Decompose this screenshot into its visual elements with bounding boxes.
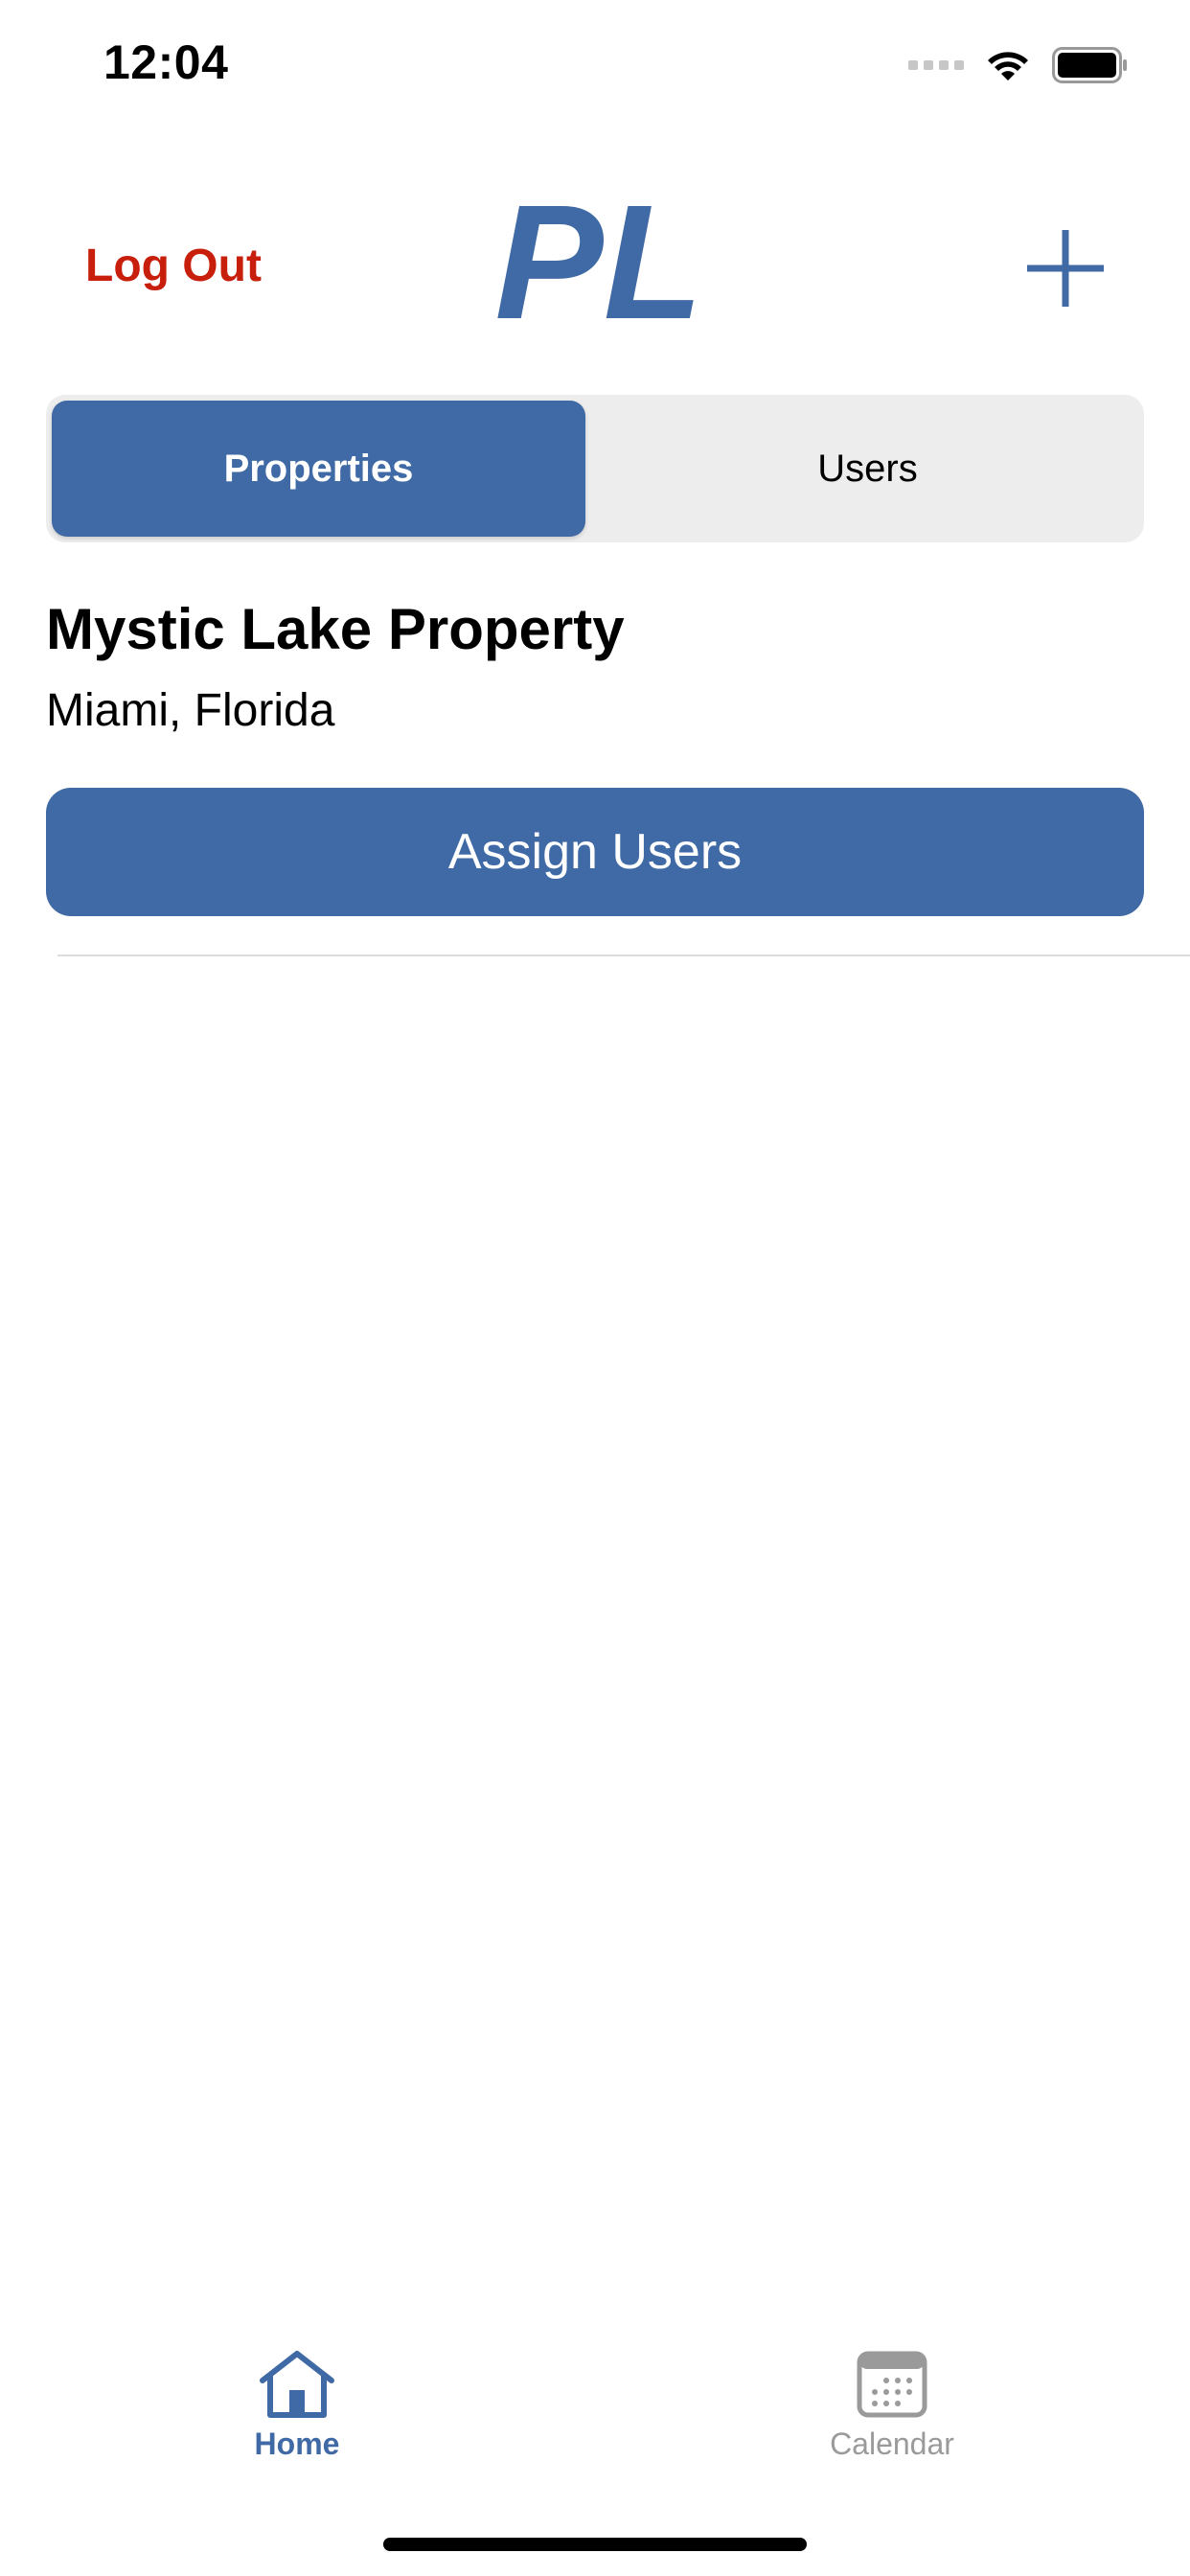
wifi-icon xyxy=(988,52,1028,80)
tab-label-calendar: Calendar xyxy=(830,2426,954,2461)
screen: 12:04 Log Out PL Properties Users Mystic… xyxy=(0,0,1190,2576)
list-divider xyxy=(57,954,1190,956)
segment-users[interactable]: Users xyxy=(597,401,1138,537)
battery-icon xyxy=(1052,47,1127,83)
property-location: Miami, Florida xyxy=(46,685,335,736)
calendar-icon xyxy=(857,2351,927,2418)
status-icons xyxy=(908,44,1129,86)
assign-users-button[interactable]: Assign Users xyxy=(46,788,1144,916)
home-icon xyxy=(260,2351,334,2418)
add-button[interactable] xyxy=(1023,226,1108,310)
logo-text: PL xyxy=(494,192,702,335)
status-time: 12:04 xyxy=(103,35,229,89)
tab-home[interactable]: Home xyxy=(182,2348,412,2482)
tab-label-home: Home xyxy=(254,2426,340,2461)
property-name: Mystic Lake Property xyxy=(46,597,625,661)
segment-properties[interactable]: Properties xyxy=(52,401,585,537)
logout-button[interactable]: Log Out xyxy=(85,240,262,292)
home-indicator[interactable] xyxy=(383,2538,807,2551)
tab-calendar[interactable]: Calendar xyxy=(777,2348,1007,2482)
segmented-control: Properties Users xyxy=(46,395,1144,542)
app-logo: PL xyxy=(494,192,702,335)
cellular-signal-icon xyxy=(908,60,964,70)
